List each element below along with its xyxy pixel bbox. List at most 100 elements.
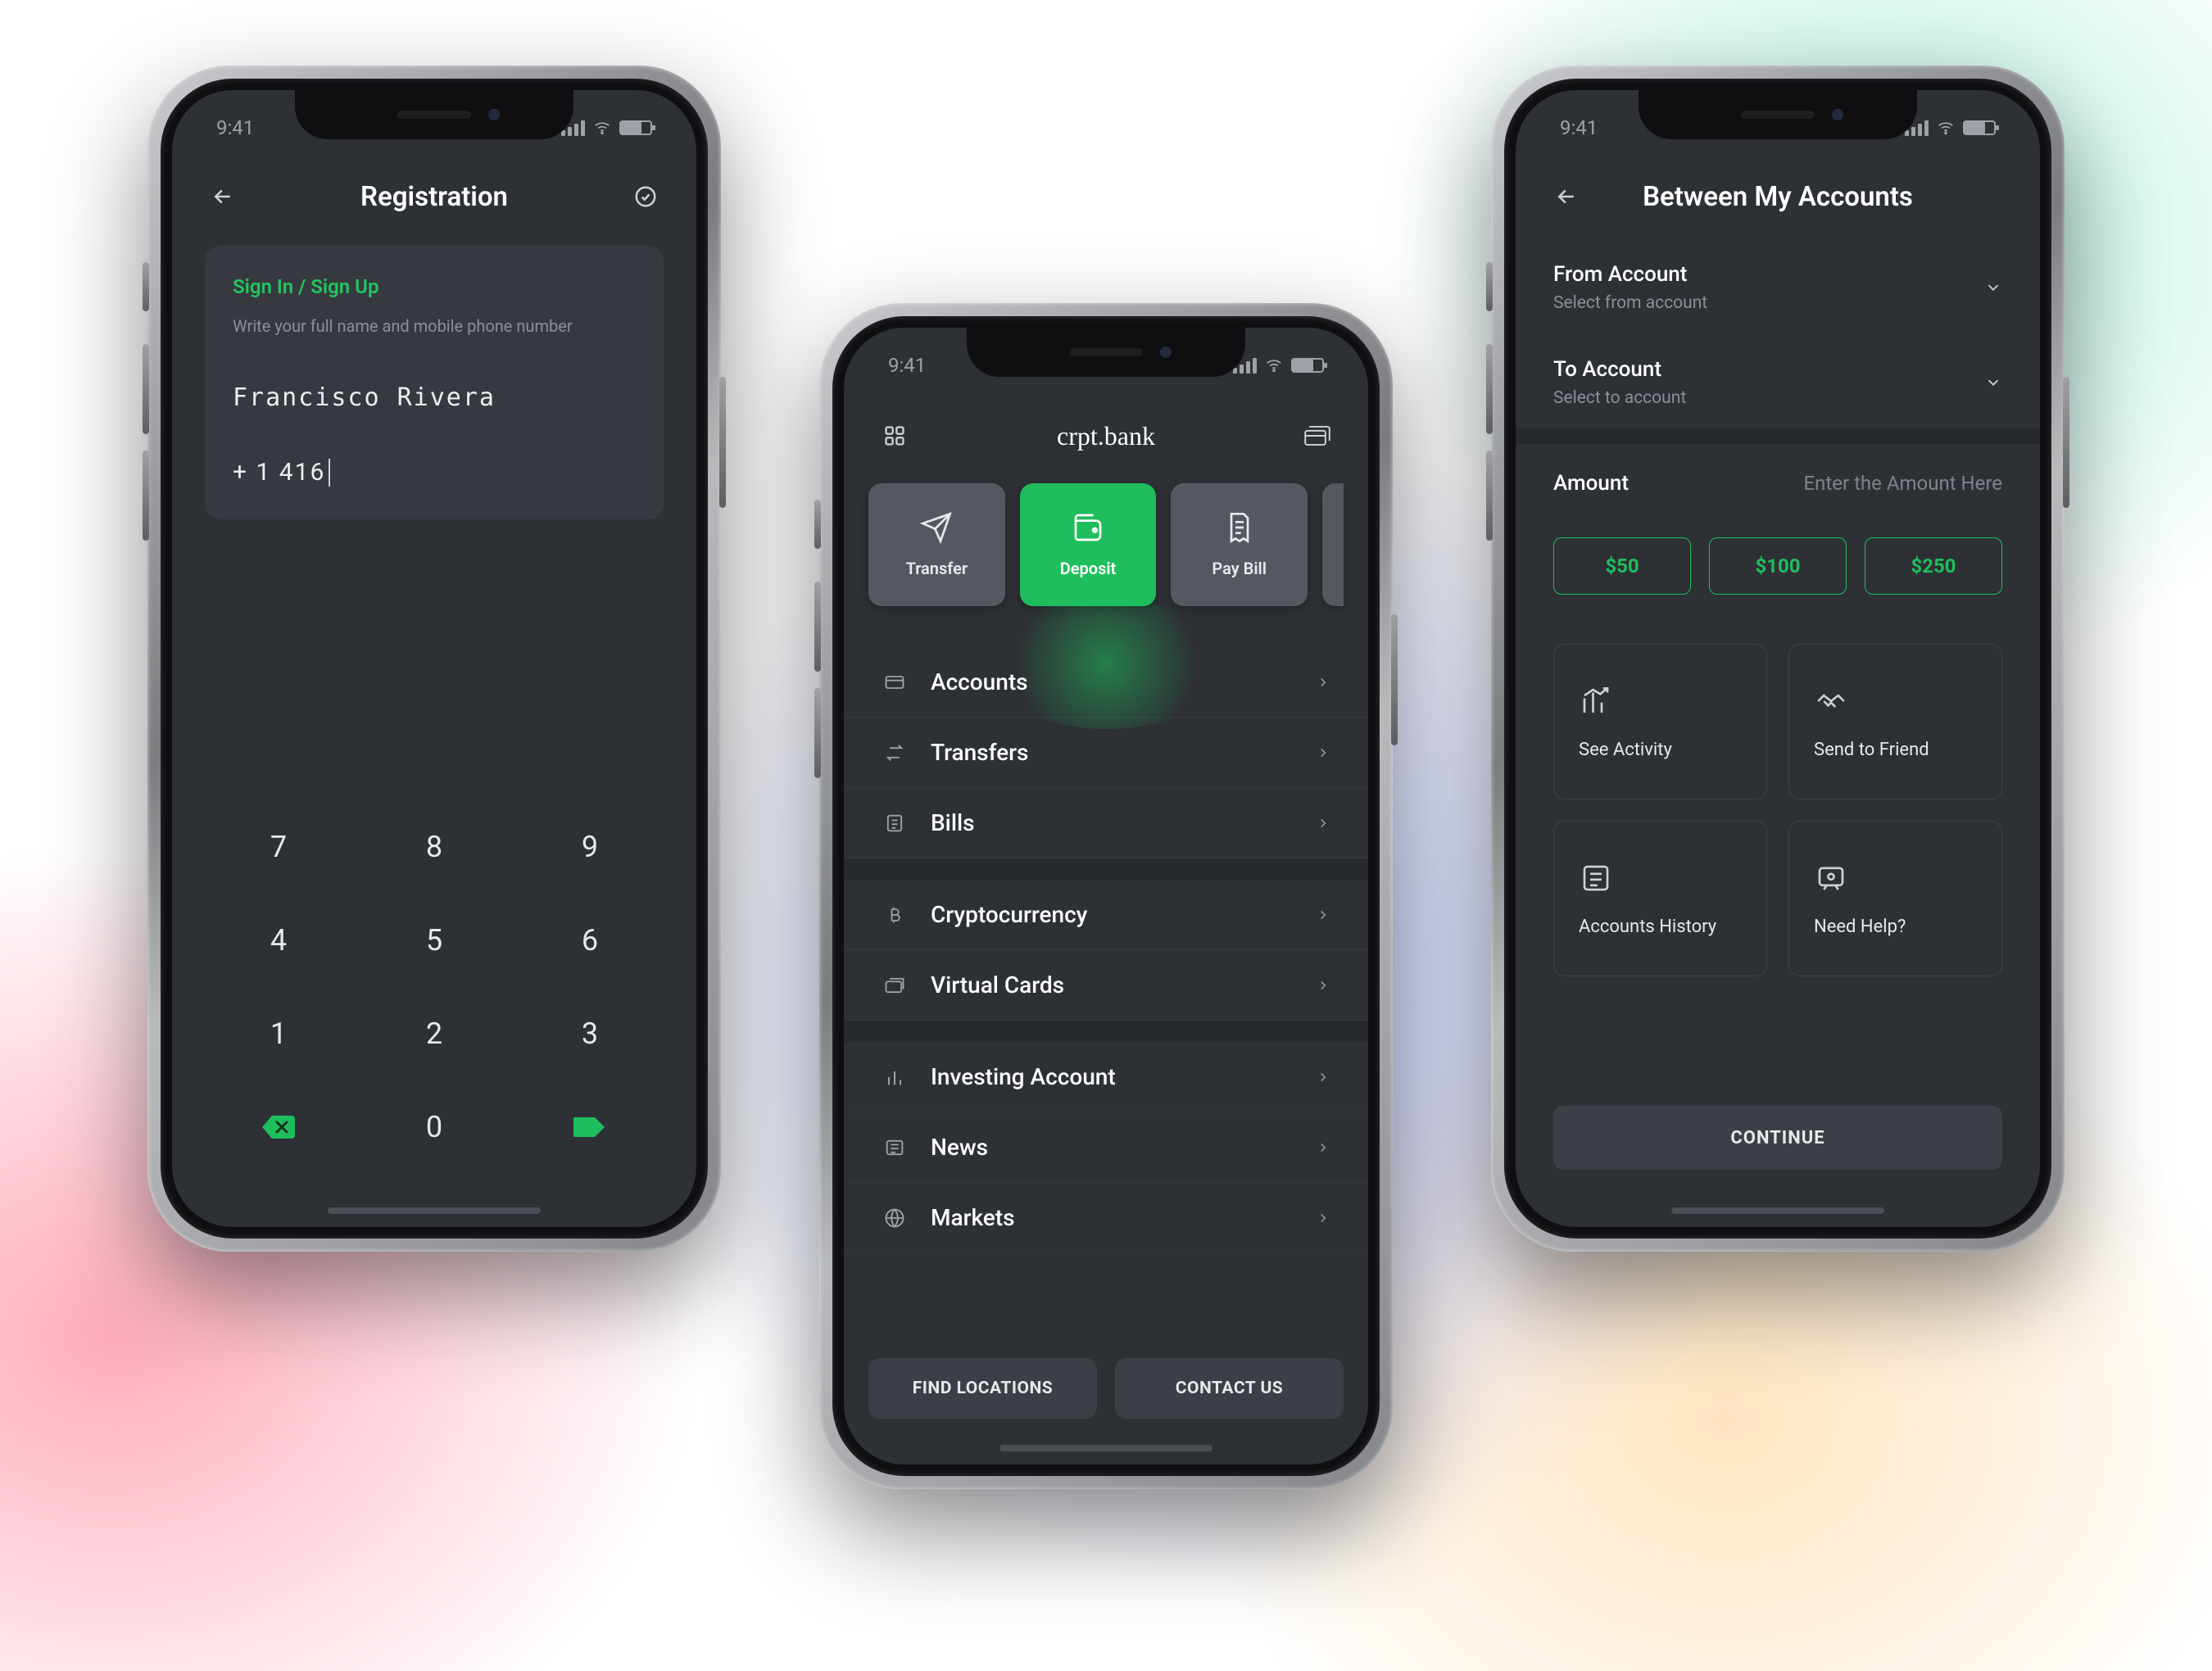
signup-card: Sign In / Sign Up Write your full name a… [205,246,664,519]
from-account-select[interactable]: From Account Select from account [1516,242,2040,333]
chevron-down-icon [1984,278,2002,297]
home-indicator[interactable] [999,1445,1213,1451]
contact-us-button[interactable]: CONTACT US [1115,1358,1344,1419]
tile-send-friend[interactable]: Send to Friend [1788,644,2002,799]
to-label: To Account [1553,357,2002,382]
tile-label: Send to Friend [1814,740,1977,760]
header: Between My Accounts [1516,164,2040,229]
menu-label: Markets [931,1204,1293,1231]
arrow-left-icon [1554,184,1579,209]
menu-label: Accounts [931,668,1293,695]
quick-paybill[interactable]: Pay Bill [1171,483,1308,606]
menu-label: Bills [931,809,1293,836]
battery-icon [1963,120,1996,135]
signup-hint: Write your full name and mobile phone nu… [233,316,636,336]
grid-icon [883,424,906,447]
name-field[interactable]: Francisco Rivera [233,383,636,412]
menu-bills[interactable]: Bills [844,788,1368,858]
cards-icon [1304,424,1330,447]
menu-news[interactable]: News [844,1112,1368,1183]
to-account-select[interactable]: To Account Select to account [1516,337,2040,428]
from-label: From Account [1553,262,2002,287]
text-cursor [329,459,330,487]
phone-home: 9:41 crpt.bank Transfer Deposi [819,303,1393,1489]
tile-history[interactable]: Accounts History [1553,821,1767,976]
chevron-down-icon [1984,374,2002,392]
sign-in-up-link[interactable]: Sign In / Sign Up [233,275,636,298]
swap-icon [882,740,908,766]
key-5[interactable]: 5 [385,908,483,973]
key-4[interactable]: 4 [229,908,328,973]
cards-stack-icon [882,972,908,999]
key-3[interactable]: 3 [541,1001,639,1066]
quick-paybill-label: Pay Bill [1212,559,1267,578]
chip-100[interactable]: $100 [1709,537,1847,595]
tile-activity[interactable]: See Activity [1553,644,1767,799]
quick-deposit-label: Deposit [1060,559,1117,578]
key-9[interactable]: 9 [541,814,639,880]
back-button[interactable] [1548,179,1584,215]
tile-help[interactable]: Need Help? [1788,821,2002,976]
trend-icon [1579,684,1613,718]
receipt-icon [1223,511,1256,544]
to-sub: Select to account [1553,388,2002,408]
wifi-icon [1265,356,1283,374]
submit-tag-icon [572,1113,608,1141]
numeric-keypad: 7 8 9 4 5 6 1 2 3 0 [172,778,696,1188]
home-indicator[interactable] [328,1207,541,1214]
amount-row[interactable]: Amount Enter the Amount Here [1516,444,2040,523]
phone-field-value: + 1 416 [233,458,325,487]
menu-accounts[interactable]: Accounts [844,647,1368,718]
chevron-right-icon [1316,745,1330,760]
page-title: Registration [360,181,508,213]
status-time: 9:41 [216,116,254,139]
key-1[interactable]: 1 [229,1001,328,1066]
phone-transfer: 9:41 Between My Accounts From Account Se… [1491,66,2065,1252]
key-8[interactable]: 8 [385,814,483,880]
menu-transfers[interactable]: Transfers [844,718,1368,788]
amount-label: Amount [1553,471,1629,496]
brand-title: crpt.bank [1057,421,1155,451]
chip-250[interactable]: $250 [1865,537,2002,595]
menu-label: Virtual Cards [931,971,1293,999]
menu-investing[interactable]: Investing Account [844,1042,1368,1112]
quick-more[interactable] [1322,483,1344,606]
find-locations-button[interactable]: FIND LOCATIONS [868,1358,1097,1419]
key-2[interactable]: 2 [385,1001,483,1066]
chevron-right-icon [1316,816,1330,831]
key-submit[interactable] [541,1094,639,1160]
chevron-right-icon [1316,1140,1330,1155]
arrow-left-icon [211,184,235,209]
cards-button[interactable] [1299,418,1335,454]
menu-crypto[interactable]: Cryptocurrency [844,880,1368,950]
action-tiles: See Activity Send to Friend Accounts His… [1516,595,2040,976]
home-indicator[interactable] [1671,1207,1884,1214]
header: Registration [172,164,696,229]
chip-50[interactable]: $50 [1553,537,1691,595]
continue-button[interactable]: CONTINUE [1553,1106,2002,1170]
key-backspace[interactable] [229,1094,328,1160]
wifi-icon [593,119,611,137]
key-0[interactable]: 0 [385,1094,483,1160]
menu-label: News [931,1134,1293,1161]
key-6[interactable]: 6 [541,908,639,973]
confirm-button[interactable] [628,179,664,215]
tile-label: Need Help? [1814,917,1977,937]
page-title: Between My Accounts [1643,181,1913,213]
menu-virtual-cards[interactable]: Virtual Cards [844,950,1368,1021]
key-7[interactable]: 7 [229,814,328,880]
quick-deposit[interactable]: Deposit [1020,483,1157,606]
phone-field[interactable]: + 1 416 [233,458,636,487]
amount-placeholder: Enter the Amount Here [1804,472,2002,495]
menu-markets[interactable]: Markets [844,1183,1368,1253]
back-button[interactable] [205,179,241,215]
list-icon [882,810,908,836]
from-sub: Select from account [1553,293,2002,313]
quick-transfer[interactable]: Transfer [868,483,1005,606]
chevron-right-icon [1316,978,1330,993]
paper-plane-icon [920,511,953,544]
quick-transfer-label: Transfer [906,559,968,578]
chevron-right-icon [1316,1070,1330,1085]
header: crpt.bank [844,403,1368,469]
apps-button[interactable] [877,418,913,454]
